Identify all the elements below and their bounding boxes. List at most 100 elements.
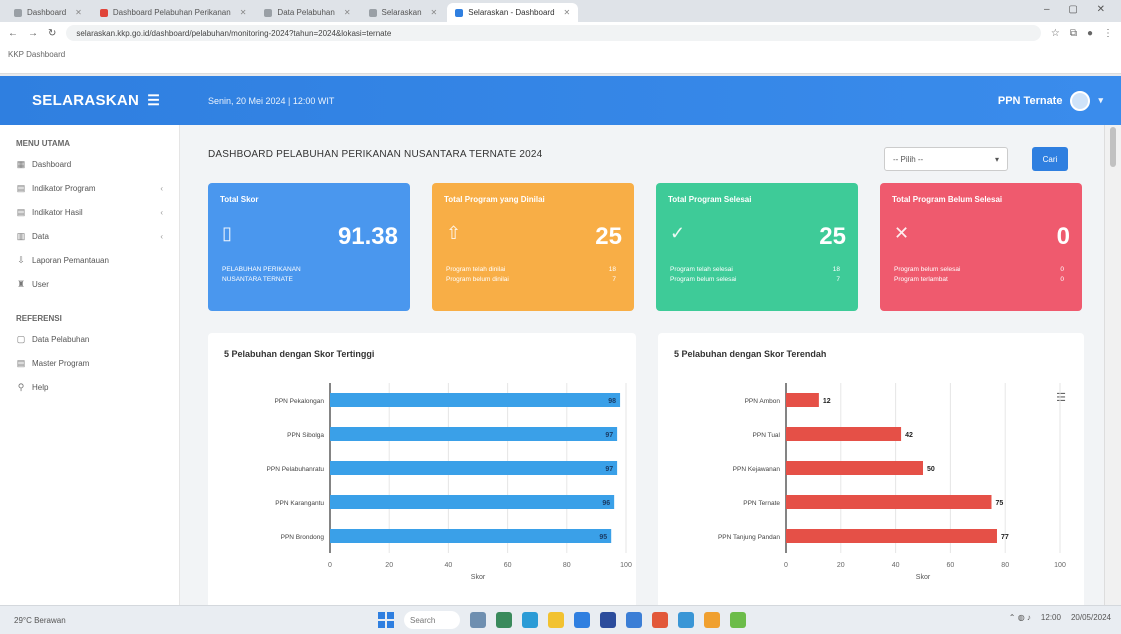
x-tick-label: 20 xyxy=(837,562,845,569)
x-tick-label: 60 xyxy=(947,562,955,569)
sidebar-item-data[interactable]: ▥ Data ‹ xyxy=(0,224,179,248)
card-title: Total Program Belum Selesai xyxy=(892,195,1003,204)
bar[interactable] xyxy=(330,461,618,475)
scrollbar-thumb[interactable] xyxy=(1110,127,1116,167)
profile-icon[interactable]: ● xyxy=(1087,28,1093,39)
close-icon[interactable]: ✕ xyxy=(431,8,438,17)
bar-chart-bottom: 0 20 40 60 80 100 Skor PPN Ambon 12 PPN Tual 42 PPN… xyxy=(718,383,1066,581)
store-icon[interactable] xyxy=(626,612,642,628)
filter-button[interactable]: Cari xyxy=(1032,147,1068,171)
user-menu[interactable]: PPN Ternate ▾ xyxy=(998,90,1103,111)
data-label: 97 xyxy=(605,432,613,439)
sidebar-section-title: REFERENSI xyxy=(16,314,62,323)
word-icon[interactable] xyxy=(600,612,616,628)
app-icon[interactable] xyxy=(652,612,668,628)
chart-icon: ▥ xyxy=(16,230,26,241)
tray-icons[interactable]: ⌃ ◍ ♪ xyxy=(1009,613,1031,622)
extensions-icon[interactable]: ⧉ xyxy=(1070,28,1077,39)
close-icon[interactable]: ✕ xyxy=(564,8,571,17)
widgets-icon[interactable] xyxy=(470,612,486,628)
sidebar-item-laporan[interactable]: ⇩ Laporan Pemantauan xyxy=(0,248,179,272)
weather-widget[interactable]: 29°C Berawan xyxy=(0,616,200,625)
app-icon[interactable] xyxy=(678,612,694,628)
bar[interactable] xyxy=(786,461,923,475)
clock-time: 12:00 xyxy=(1040,613,1061,622)
card-value: 0 xyxy=(1056,223,1070,250)
data-label: 75 xyxy=(996,500,1004,507)
app-icon[interactable] xyxy=(704,612,720,628)
chevron-down-icon[interactable]: ▾ xyxy=(1098,95,1103,106)
bar[interactable] xyxy=(786,529,997,543)
year-select[interactable]: -- Pilih -- ▾ xyxy=(884,147,1008,171)
bar[interactable] xyxy=(330,495,615,509)
close-icon[interactable]: ✕ xyxy=(240,8,247,17)
bar[interactable] xyxy=(786,393,819,407)
url-input[interactable]: selaraskan.kkp.go.id/dashboard/pelabuhan… xyxy=(66,25,1041,41)
bar[interactable] xyxy=(330,393,621,407)
brand: SELARASKAN ☰ xyxy=(0,92,180,109)
edge-icon[interactable] xyxy=(522,612,538,628)
data-label: 95 xyxy=(599,534,607,541)
windows-start-icon[interactable] xyxy=(378,612,394,628)
data-label: 97 xyxy=(605,466,613,473)
category-label: PPN Karangantu xyxy=(275,500,324,507)
browser-tab[interactable]: Dashboard ✕ xyxy=(6,3,90,22)
excel-icon[interactable] xyxy=(496,612,512,628)
taskbar-search[interactable]: Search xyxy=(404,611,460,629)
card-title: Total Skor xyxy=(220,195,259,204)
browser-tab-bar: Dashboard ✕ Dashboard Pelabuhan Perikanan… xyxy=(0,0,1121,22)
x-tick-label: 80 xyxy=(563,562,571,569)
category-label: PPN Sibolga xyxy=(287,432,324,439)
chrome-icon[interactable] xyxy=(574,612,590,628)
back-icon[interactable]: ← xyxy=(8,28,18,39)
sidebar-item-indikator-program[interactable]: ▤ Indikator Program ‹ xyxy=(0,176,179,200)
browser-tab-active[interactable]: Selaraskan - Dashboard ✕ xyxy=(447,3,579,22)
browser-tab[interactable]: Data Pelabuhan ✕ xyxy=(256,3,358,22)
folder-icon[interactable] xyxy=(548,612,564,628)
sidebar-item-master-program[interactable]: ▤ Master Program xyxy=(0,351,179,375)
reload-icon[interactable]: ↻ xyxy=(48,28,56,39)
bar[interactable] xyxy=(786,495,992,509)
scrollbar[interactable] xyxy=(1104,125,1121,605)
sidebar-item-dashboard[interactable]: ▦ Dashboard xyxy=(0,152,179,176)
chart-panel-top: 5 Pelabuhan dengan Skor Tertinggi 0 20 40 6… xyxy=(208,333,636,613)
sidebar-item-data-pelabuhan[interactable]: ▢ Data Pelabuhan xyxy=(0,327,179,351)
data-label: 98 xyxy=(608,398,616,405)
close-icon[interactable]: ✕ xyxy=(75,8,82,17)
system-tray[interactable]: ⌃ ◍ ♪ 12:00 20/05/2024 xyxy=(1009,613,1111,622)
x-tick-label: 20 xyxy=(385,562,393,569)
star-icon[interactable]: ☆ xyxy=(1051,28,1060,39)
bar[interactable] xyxy=(786,427,902,441)
bar[interactable] xyxy=(330,529,612,543)
chevron-left-icon: ‹ xyxy=(160,183,163,193)
bar[interactable] xyxy=(330,427,618,441)
x-tick-label: 100 xyxy=(620,562,632,569)
main-content: DASHBOARD PELABUHAN PERIKANAN NUSANTARA … xyxy=(180,125,1104,613)
close-icon: ✕ xyxy=(894,223,910,243)
header-datetime: Senin, 20 Mei 2024 | 12:00 WIT xyxy=(208,95,335,106)
browser-tab[interactable]: Dashboard Pelabuhan Perikanan ✕ xyxy=(92,3,255,22)
menu-icon[interactable]: ⋮ xyxy=(1103,28,1113,39)
card-value: 25 xyxy=(819,223,846,250)
card-subtitle: Program belum selesai 0 Program terlambat… xyxy=(894,266,1064,283)
x-tick-label: 60 xyxy=(504,562,512,569)
favicon-icon xyxy=(455,8,464,17)
sidebar-item-indikator-hasil[interactable]: ▤ Indikator Hasil ‹ xyxy=(0,200,179,224)
browser-tab[interactable]: Selaraskan ✕ xyxy=(361,3,446,22)
x-tick-label: 0 xyxy=(328,562,332,569)
close-icon[interactable]: ✕ xyxy=(344,8,351,17)
list-icon: ▤ xyxy=(16,357,26,368)
bookmarks-bar[interactable]: KKP Dashboard xyxy=(0,44,1121,74)
app-icon[interactable] xyxy=(730,612,746,628)
card-subtitle: Program telah dinilai 18 Program belum di… xyxy=(446,266,616,283)
x-axis-label: Skor xyxy=(916,574,931,581)
avatar[interactable] xyxy=(1070,90,1091,111)
card-title: Total Program Selesai xyxy=(668,195,752,204)
window-controls[interactable]: – ▢ ✕ xyxy=(1044,4,1113,15)
forward-icon[interactable]: → xyxy=(28,28,38,39)
sidebar-item-user[interactable]: ♜ User xyxy=(0,272,179,296)
data-label: 50 xyxy=(927,466,935,473)
hamburger-icon[interactable]: ☰ xyxy=(147,92,160,109)
x-tick-label: 80 xyxy=(1001,562,1009,569)
sidebar-item-help[interactable]: ⚲ Help xyxy=(0,375,179,399)
